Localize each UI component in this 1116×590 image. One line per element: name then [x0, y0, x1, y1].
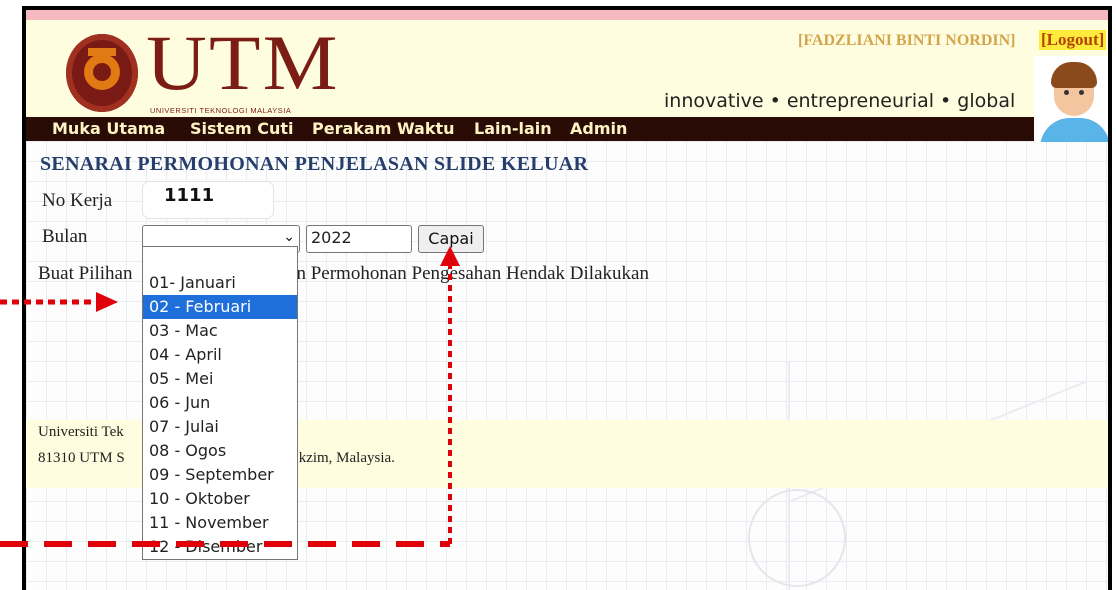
nav-item-admin[interactable]: Admin: [570, 119, 627, 138]
nav-item-lain-lain[interactable]: Lain-lain: [474, 119, 552, 138]
no-kerja-label: No Kerja: [42, 190, 113, 211]
instruction-right: n Permohonan Pengesahan Hendak Dilakukan: [296, 263, 649, 284]
month-option[interactable]: 03 - Mac: [143, 319, 297, 343]
avatar-eye-left: [1064, 90, 1069, 95]
month-option[interactable]: 01- Januari: [143, 271, 297, 295]
month-option[interactable]: 11 - November: [143, 511, 297, 535]
month-option[interactable]: 06 - Jun: [143, 391, 297, 415]
header: UTM UNIVERSITI TEKNOLOGI MALAYSIA innova…: [26, 20, 1108, 117]
month-dropdown-list[interactable]: 01- Januari 02 - Februari 03 - Mac 04 - …: [142, 246, 298, 560]
year-input[interactable]: 2022: [306, 225, 412, 253]
chevron-down-icon: ⌄: [283, 229, 295, 245]
capai-button[interactable]: Capai: [418, 225, 484, 253]
month-option[interactable]: 07 - Julai: [143, 415, 297, 439]
tagline: innovative • entrepreneurial • global: [664, 90, 1016, 112]
month-option[interactable]: 10 - Oktober: [143, 487, 297, 511]
avatar-body: [1040, 118, 1108, 142]
user-name-link[interactable]: [FADZLIANI BINTI NORDIN]: [798, 32, 1016, 50]
footer-line-2-left: 81310 UTM S: [38, 450, 125, 466]
avatar-hair: [1051, 62, 1097, 88]
nav-bar: Muka Utama Sistem Cuti Perakam Waktu Lai…: [26, 117, 1108, 141]
nav-item-sistem-cuti[interactable]: Sistem Cuti: [190, 119, 294, 138]
footer-line-2-right: kzim, Malaysia.: [298, 450, 395, 466]
no-kerja-value: 1111: [164, 185, 215, 206]
month-option[interactable]: 04 - April: [143, 343, 297, 367]
instruction-text: Buat Pilihan n Permohonan Pengesahan Hend…: [38, 263, 649, 285]
bulan-label: Bulan: [42, 226, 88, 247]
nav-item-muka-utama[interactable]: Muka Utama: [52, 119, 165, 138]
instruction-left: Buat Pilihan: [38, 263, 133, 284]
brand-subtitle: UNIVERSITI TEKNOLOGI MALAYSIA: [150, 106, 292, 115]
bg-decoration-circle: [748, 489, 846, 587]
avatar-eye-right: [1079, 90, 1084, 95]
brand-logo-text: UTM: [146, 19, 340, 106]
month-option[interactable]: 08 - Ogos: [143, 439, 297, 463]
utm-seal-logo: [66, 34, 138, 112]
month-option-selected[interactable]: 02 - Februari: [143, 295, 297, 319]
month-option[interactable]: 09 - September: [143, 463, 297, 487]
page-title: SENARAI PERMOHONAN PENJELASAN SLIDE KELU…: [40, 153, 589, 175]
month-option[interactable]: 05 - Mei: [143, 367, 297, 391]
nav-item-perakam-waktu[interactable]: Perakam Waktu: [312, 119, 455, 138]
seal-center: [93, 63, 111, 81]
month-option[interactable]: 12 - Disember: [143, 535, 297, 559]
avatar: [1034, 56, 1108, 142]
footer-line-1: Universiti Tek: [38, 424, 124, 440]
logout-link[interactable]: [Logout]: [1039, 30, 1107, 50]
